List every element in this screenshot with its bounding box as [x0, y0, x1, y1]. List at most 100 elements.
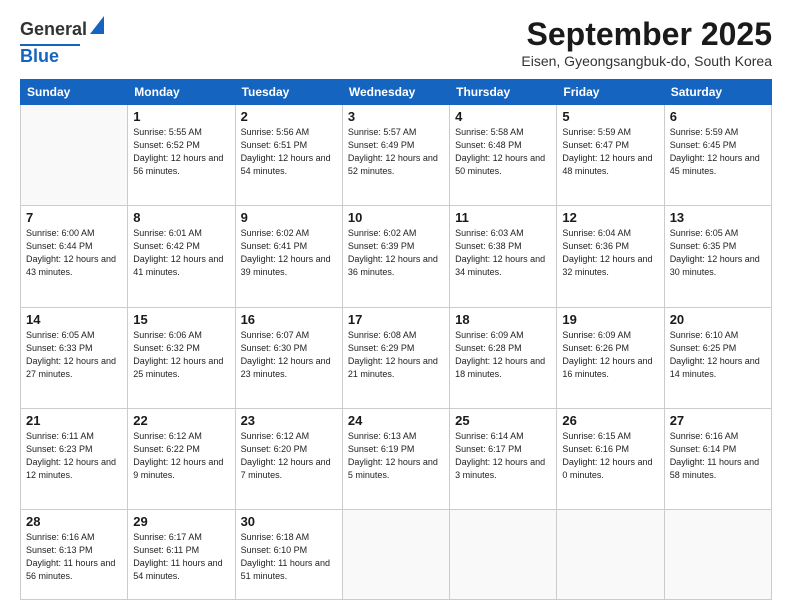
table-row: 15 Sunrise: 6:06 AM Sunset: 6:32 PM Dayli…	[128, 307, 235, 408]
day-number: 18	[455, 312, 551, 327]
day-number: 25	[455, 413, 551, 428]
day-info: Sunrise: 6:17 AM Sunset: 6:11 PM Dayligh…	[133, 531, 229, 583]
day-number: 26	[562, 413, 658, 428]
day-number: 30	[241, 514, 337, 529]
logo-general-text: General	[20, 19, 87, 40]
page: General Blue September 2025 Eisen, Gyeon…	[0, 0, 792, 612]
table-row: 29 Sunrise: 6:17 AM Sunset: 6:11 PM Dayli…	[128, 510, 235, 600]
table-row: 14 Sunrise: 6:05 AM Sunset: 6:33 PM Dayli…	[21, 307, 128, 408]
table-row	[342, 510, 449, 600]
calendar-week-row: 21 Sunrise: 6:11 AM Sunset: 6:23 PM Dayli…	[21, 408, 772, 509]
day-number: 29	[133, 514, 229, 529]
day-number: 27	[670, 413, 766, 428]
table-row: 6 Sunrise: 5:59 AM Sunset: 6:45 PM Daylig…	[664, 105, 771, 206]
table-row: 28Sunrise: 6:16 AM Sunset: 6:13 PM Dayli…	[21, 510, 128, 600]
subtitle: Eisen, Gyeongsangbuk-do, South Korea	[521, 53, 772, 69]
table-row: 22Sunrise: 6:12 AM Sunset: 6:22 PM Dayli…	[128, 408, 235, 509]
day-number: 6	[670, 109, 766, 124]
logo-blue-text: Blue	[20, 46, 59, 67]
day-info: Sunrise: 5:57 AM Sunset: 6:49 PM Dayligh…	[348, 126, 444, 178]
table-row: 19 Sunrise: 6:09 AM Sunset: 6:26 PM Dayli…	[557, 307, 664, 408]
calendar-week-row: 14 Sunrise: 6:05 AM Sunset: 6:33 PM Dayli…	[21, 307, 772, 408]
day-info: Sunrise: 6:13 AM Sunset: 6:19 PM Dayligh…	[348, 430, 444, 482]
table-row: 18 Sunrise: 6:09 AM Sunset: 6:28 PM Dayli…	[450, 307, 557, 408]
day-info: Sunrise: 6:05 AM Sunset: 6:33 PM Dayligh…	[26, 329, 122, 381]
day-info: Sunrise: 5:59 AM Sunset: 6:45 PM Dayligh…	[670, 126, 766, 178]
logo: General Blue	[20, 16, 104, 67]
table-row: 3 Sunrise: 5:57 AM Sunset: 6:49 PM Daylig…	[342, 105, 449, 206]
day-info: Sunrise: 5:56 AM Sunset: 6:51 PM Dayligh…	[241, 126, 337, 178]
day-number: 7	[26, 210, 122, 225]
day-number: 3	[348, 109, 444, 124]
table-row: 21 Sunrise: 6:11 AM Sunset: 6:23 PM Dayli…	[21, 408, 128, 509]
table-row: 9 Sunrise: 6:02 AM Sunset: 6:41 PM Daylig…	[235, 206, 342, 307]
day-number: 20	[670, 312, 766, 327]
day-number: 14	[26, 312, 122, 327]
col-monday: Monday	[128, 80, 235, 105]
day-number: 8	[133, 210, 229, 225]
day-number: 16	[241, 312, 337, 327]
day-number: 11	[455, 210, 551, 225]
day-number: 1	[133, 109, 229, 124]
table-row: 24Sunrise: 6:13 AM Sunset: 6:19 PM Dayli…	[342, 408, 449, 509]
day-info: Sunrise: 6:02 AM Sunset: 6:41 PM Dayligh…	[241, 227, 337, 279]
table-row: 8 Sunrise: 6:01 AM Sunset: 6:42 PM Daylig…	[128, 206, 235, 307]
day-number: 9	[241, 210, 337, 225]
table-row: 10 Sunrise: 6:02 AM Sunset: 6:39 PM Dayli…	[342, 206, 449, 307]
day-number: 28	[26, 514, 122, 529]
day-number: 12	[562, 210, 658, 225]
table-row: 2 Sunrise: 5:56 AM Sunset: 6:51 PM Daylig…	[235, 105, 342, 206]
day-info: Sunrise: 5:59 AM Sunset: 6:47 PM Dayligh…	[562, 126, 658, 178]
table-row: 11Sunrise: 6:03 AM Sunset: 6:38 PM Dayli…	[450, 206, 557, 307]
day-number: 13	[670, 210, 766, 225]
table-row: 4Sunrise: 5:58 AM Sunset: 6:48 PM Daylig…	[450, 105, 557, 206]
table-row: 20 Sunrise: 6:10 AM Sunset: 6:25 PM Dayli…	[664, 307, 771, 408]
day-number: 15	[133, 312, 229, 327]
day-info: Sunrise: 6:09 AM Sunset: 6:28 PM Dayligh…	[455, 329, 551, 381]
day-info: Sunrise: 6:09 AM Sunset: 6:26 PM Dayligh…	[562, 329, 658, 381]
calendar-week-row: 7 Sunrise: 6:00 AM Sunset: 6:44 PM Daylig…	[21, 206, 772, 307]
day-info: Sunrise: 6:12 AM Sunset: 6:20 PM Dayligh…	[241, 430, 337, 482]
day-number: 5	[562, 109, 658, 124]
table-row	[450, 510, 557, 600]
day-info: Sunrise: 6:01 AM Sunset: 6:42 PM Dayligh…	[133, 227, 229, 279]
table-row	[21, 105, 128, 206]
day-info: Sunrise: 6:10 AM Sunset: 6:25 PM Dayligh…	[670, 329, 766, 381]
day-info: Sunrise: 6:11 AM Sunset: 6:23 PM Dayligh…	[26, 430, 122, 482]
header: General Blue September 2025 Eisen, Gyeon…	[20, 16, 772, 69]
col-thursday: Thursday	[450, 80, 557, 105]
day-number: 21	[26, 413, 122, 428]
col-sunday: Sunday	[21, 80, 128, 105]
day-info: Sunrise: 6:18 AM Sunset: 6:10 PM Dayligh…	[241, 531, 337, 583]
table-row: 26Sunrise: 6:15 AM Sunset: 6:16 PM Dayli…	[557, 408, 664, 509]
month-title: September 2025	[521, 16, 772, 53]
day-info: Sunrise: 6:12 AM Sunset: 6:22 PM Dayligh…	[133, 430, 229, 482]
day-number: 23	[241, 413, 337, 428]
day-info: Sunrise: 6:06 AM Sunset: 6:32 PM Dayligh…	[133, 329, 229, 381]
col-saturday: Saturday	[664, 80, 771, 105]
day-info: Sunrise: 6:07 AM Sunset: 6:30 PM Dayligh…	[241, 329, 337, 381]
day-number: 4	[455, 109, 551, 124]
day-info: Sunrise: 6:08 AM Sunset: 6:29 PM Dayligh…	[348, 329, 444, 381]
day-number: 2	[241, 109, 337, 124]
day-info: Sunrise: 6:00 AM Sunset: 6:44 PM Dayligh…	[26, 227, 122, 279]
day-info: Sunrise: 6:04 AM Sunset: 6:36 PM Dayligh…	[562, 227, 658, 279]
table-row: 25Sunrise: 6:14 AM Sunset: 6:17 PM Dayli…	[450, 408, 557, 509]
table-row: 12 Sunrise: 6:04 AM Sunset: 6:36 PM Dayli…	[557, 206, 664, 307]
day-number: 19	[562, 312, 658, 327]
calendar: Sunday Monday Tuesday Wednesday Thursday…	[20, 79, 772, 600]
calendar-week-row: 28Sunrise: 6:16 AM Sunset: 6:13 PM Dayli…	[21, 510, 772, 600]
table-row: 13 Sunrise: 6:05 AM Sunset: 6:35 PM Dayli…	[664, 206, 771, 307]
day-number: 10	[348, 210, 444, 225]
table-row: 30 Sunrise: 6:18 AM Sunset: 6:10 PM Dayli…	[235, 510, 342, 600]
logo-triangle-icon	[90, 16, 104, 39]
table-row: 7 Sunrise: 6:00 AM Sunset: 6:44 PM Daylig…	[21, 206, 128, 307]
col-tuesday: Tuesday	[235, 80, 342, 105]
table-row: 1Sunrise: 5:55 AM Sunset: 6:52 PM Daylig…	[128, 105, 235, 206]
table-row: 17Sunrise: 6:08 AM Sunset: 6:29 PM Dayli…	[342, 307, 449, 408]
table-row: 16 Sunrise: 6:07 AM Sunset: 6:30 PM Dayli…	[235, 307, 342, 408]
day-info: Sunrise: 6:05 AM Sunset: 6:35 PM Dayligh…	[670, 227, 766, 279]
day-info: Sunrise: 6:02 AM Sunset: 6:39 PM Dayligh…	[348, 227, 444, 279]
table-row: 27Sunrise: 6:16 AM Sunset: 6:14 PM Dayli…	[664, 408, 771, 509]
calendar-week-row: 1Sunrise: 5:55 AM Sunset: 6:52 PM Daylig…	[21, 105, 772, 206]
